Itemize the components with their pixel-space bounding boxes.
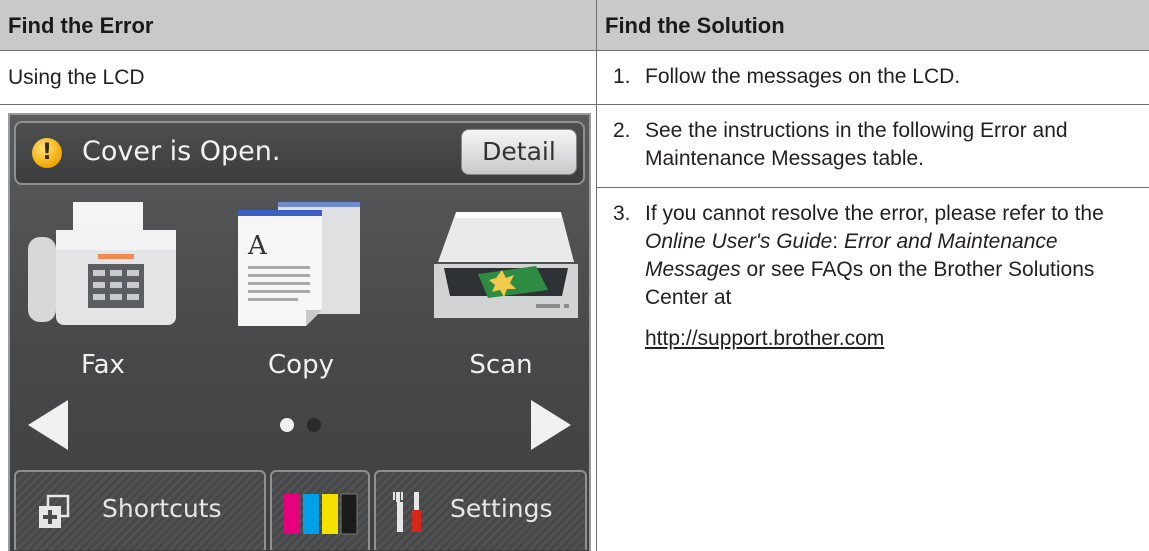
shortcuts-label: Shortcuts (102, 494, 222, 523)
step-2-number: 2. (613, 119, 631, 142)
scroll-right-arrow[interactable] (531, 400, 571, 450)
warning-icon: ! (32, 138, 62, 168)
detail-button[interactable]: Detail (461, 129, 577, 175)
shortcuts-button[interactable]: Shortcuts (14, 470, 266, 550)
copy-icon: A (238, 202, 360, 326)
copy-app-button[interactable]: A Copy (216, 192, 386, 432)
support-link[interactable]: http://support.brother.com (645, 327, 884, 351)
settings-tools-icon (393, 492, 421, 532)
page-dot-inactive (307, 418, 321, 432)
row-divider-step1 (597, 104, 1149, 105)
header-find-error-label: Find the Error (8, 13, 154, 38)
page-dot-active (280, 418, 294, 432)
scan-icon (434, 212, 578, 318)
header-divider (0, 50, 1149, 51)
header-find-error: Find the Error (0, 0, 596, 50)
row-divider-step2 (597, 187, 1149, 188)
using-lcd-text: Using the LCD (8, 66, 145, 89)
fax-icon (28, 202, 176, 325)
header-find-solution: Find the Solution (597, 0, 1149, 50)
settings-button[interactable]: Settings (374, 470, 587, 550)
row-divider-left (0, 104, 596, 105)
step-1-number: 1. (613, 65, 631, 88)
online-users-guide-ref: Online User's Guide (645, 230, 833, 253)
error-table: Find the Error Find the Solution Using t… (0, 0, 1149, 551)
header-find-solution-label: Find the Solution (605, 13, 785, 38)
ink-button[interactable] (270, 470, 370, 550)
step-2-text: See the instructions in the following Er… (645, 119, 1068, 170)
scan-label: Scan (469, 350, 533, 380)
step-3-text-mid: : (832, 230, 844, 253)
scroll-left-arrow[interactable] (28, 400, 68, 450)
scan-app-button[interactable]: Scan (416, 192, 586, 432)
status-message: Cover is Open. (82, 136, 281, 167)
svg-text:A: A (247, 231, 268, 261)
copy-label: Copy (268, 350, 334, 380)
step-1-text: Follow the messages on the LCD. (645, 65, 961, 88)
settings-label: Settings (450, 494, 553, 523)
ink-cartridge-icon (284, 493, 358, 535)
fax-app-button[interactable]: Fax (18, 192, 188, 432)
step-3-text: If you cannot resolve the error, please … (645, 200, 1145, 312)
step-3-number: 3. (613, 202, 631, 225)
status-bar: ! Cover is Open. Detail (14, 121, 585, 185)
lcd-screen: ! Cover is Open. Detail Fax A Copy Scan … (8, 113, 591, 551)
fax-label: Fax (81, 350, 125, 380)
column-divider (596, 0, 597, 551)
shortcuts-icon (39, 494, 70, 528)
step-3-text-pre: If you cannot resolve the error, please … (645, 202, 1104, 225)
